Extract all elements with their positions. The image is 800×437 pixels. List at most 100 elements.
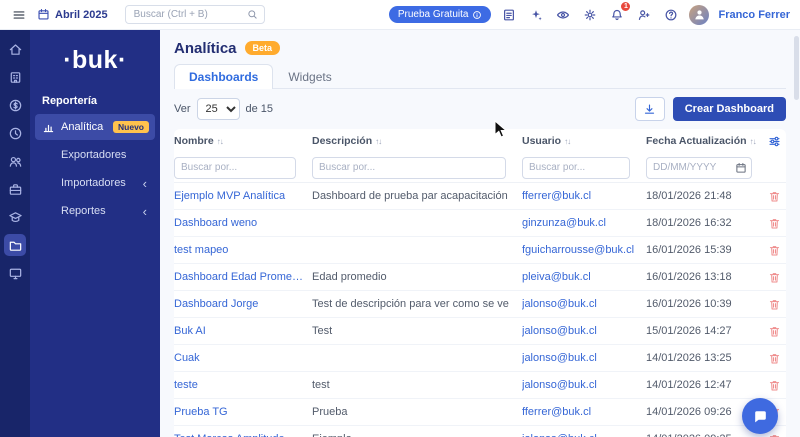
user-name[interactable]: Franco Ferrer <box>718 9 790 21</box>
delete-button[interactable] <box>762 190 786 203</box>
dashboard-updated-at: 14/01/2026 13:25 <box>646 352 732 364</box>
trial-badge-label: Prueba Gratuita <box>397 9 469 20</box>
dashboard-name-link[interactable]: Cuak <box>174 352 312 364</box>
trial-badge[interactable]: Prueba Gratuita <box>388 6 492 23</box>
new-badge: Nuevo <box>113 121 149 133</box>
filter-usuario-input[interactable] <box>522 156 630 179</box>
table-row: Test Marcas Amplitude Ejemplo jalonso@bu… <box>174 426 786 437</box>
add-user-icon[interactable] <box>635 6 653 24</box>
toolbar-actions: Crear Dashboard <box>634 97 786 121</box>
page-size-label: Ver <box>174 103 191 115</box>
column-header-fecha[interactable]: Fecha Actualización ↑↓ <box>646 135 762 147</box>
delete-button[interactable] <box>762 217 786 230</box>
reports-icon[interactable] <box>4 234 26 256</box>
dashboard-user: fferrer@buk.cl <box>522 190 592 202</box>
company-icon[interactable] <box>4 66 26 88</box>
chat-button[interactable] <box>742 398 778 434</box>
delete-button[interactable] <box>762 352 786 365</box>
table-row: teste test jalonso@buk.cl 14/01/2026 12:… <box>174 372 786 399</box>
delete-button[interactable] <box>762 271 786 284</box>
column-header-usuario[interactable]: Usuario ↑↓ <box>522 135 646 147</box>
sidebar-item-exportadores[interactable]: Exportadores <box>35 142 155 168</box>
dashboard-name-link[interactable]: Dashboard Edad Promedio <box>174 271 312 283</box>
sidebar-item-reportes[interactable]: Reportes ‹ <box>35 198 155 224</box>
payments-icon[interactable] <box>4 94 26 116</box>
tasks-icon[interactable] <box>500 6 518 24</box>
tab-bar: Dashboards Widgets <box>174 64 786 89</box>
topbar: Abril 2025 Prueba Gratuita 1 <box>0 0 800 30</box>
delete-button[interactable] <box>762 379 786 392</box>
tab-dashboards[interactable]: Dashboards <box>174 64 274 89</box>
dashboard-name-link[interactable]: Dashboard Jorge <box>174 298 312 310</box>
sort-icon[interactable]: ↑↓ <box>750 137 757 146</box>
person-icon <box>695 10 704 20</box>
column-header-nombre[interactable]: Nombre ↑↓ <box>174 135 312 147</box>
kiosk-icon[interactable] <box>4 262 26 284</box>
menu-icon[interactable] <box>10 6 28 24</box>
dashboard-user: fferrer@buk.cl <box>522 406 592 418</box>
dashboard-name-link[interactable]: teste <box>174 379 312 391</box>
delete-button[interactable] <box>762 433 786 437</box>
dashboard-description: Test <box>312 325 333 337</box>
sidebar-item-label: Analítica <box>61 121 104 133</box>
ai-sparkles-icon[interactable] <box>527 6 545 24</box>
dashboard-user: pleiva@buk.cl <box>522 271 591 283</box>
nav-rail <box>0 30 30 437</box>
help-icon[interactable] <box>662 6 680 24</box>
dashboard-name-link[interactable]: Test Marcas Amplitude <box>174 433 312 437</box>
app-body: ·buk· Reportería Analítica Nuevo Exporta… <box>0 30 800 437</box>
dashboard-name-link[interactable]: test mapeo <box>174 244 312 256</box>
sidebar-item-analítica[interactable]: Analítica Nuevo <box>35 114 155 140</box>
learning-icon[interactable] <box>4 206 26 228</box>
filter-descripcion-input[interactable] <box>312 156 506 179</box>
notifications-bell-icon[interactable]: 1 <box>608 0 632 24</box>
filter-fecha-input[interactable] <box>646 156 752 179</box>
delete-button[interactable] <box>762 325 786 338</box>
jobs-icon[interactable] <box>4 178 26 200</box>
sort-icon[interactable]: ↑↓ <box>375 137 382 146</box>
dashboard-updated-at: 16/01/2026 10:39 <box>646 298 732 310</box>
global-search-input[interactable] <box>131 8 247 21</box>
column-settings-icon[interactable] <box>762 135 786 148</box>
dashboard-name-link[interactable]: Dashboard weno <box>174 217 312 229</box>
people-icon[interactable] <box>4 150 26 172</box>
table-row: Dashboard Edad Promedio Edad promedio pl… <box>174 264 786 291</box>
sort-icon[interactable]: ↑↓ <box>217 137 224 146</box>
period-selector[interactable]: Abril 2025 <box>37 8 108 21</box>
dashboard-name-link[interactable]: Prueba TG <box>174 406 312 418</box>
dashboard-name-link[interactable]: Ejemplo MVP Analítica <box>174 190 312 202</box>
delete-button[interactable] <box>762 298 786 311</box>
user-avatar[interactable] <box>689 4 710 25</box>
download-button[interactable] <box>634 97 665 121</box>
table-row: Buk AI Test jalonso@buk.cl 15/01/2026 14… <box>174 318 786 345</box>
bar-chart-icon <box>41 120 55 134</box>
create-dashboard-button[interactable]: Crear Dashboard <box>672 97 786 121</box>
dashboard-name-link[interactable]: Buk AI <box>174 325 312 337</box>
tab-widgets[interactable]: Widgets <box>273 64 346 89</box>
page-size-select[interactable]: 25 <box>196 98 240 120</box>
info-icon <box>473 10 482 19</box>
buk-logo: ·buk· <box>63 46 127 74</box>
dashboard-updated-at: 16/01/2026 13:18 <box>646 271 732 283</box>
time-icon[interactable] <box>4 122 26 144</box>
sidebar-item-importadores[interactable]: Importadores ‹ <box>35 170 155 196</box>
title-row: Analítica Beta <box>174 38 786 58</box>
delete-button[interactable] <box>762 244 786 257</box>
period-label: Abril 2025 <box>55 8 108 21</box>
menu-item-indent <box>41 148 55 162</box>
filter-nombre-input[interactable] <box>174 156 296 179</box>
sidebar-item-label: Importadores <box>61 177 126 189</box>
scrollbar-thumb[interactable] <box>794 36 799 100</box>
sort-icon[interactable]: ↑↓ <box>564 137 571 146</box>
home-icon[interactable] <box>4 38 26 60</box>
settings-gear-icon[interactable] <box>581 6 599 24</box>
column-header-descripcion[interactable]: Descripción ↑↓ <box>312 135 522 147</box>
dashboard-description: test <box>312 379 330 391</box>
global-search <box>124 5 265 24</box>
table-row: Ejemplo MVP Analítica Dashboard de prueb… <box>174 183 786 210</box>
dashboard-description: Ejemplo <box>312 433 522 437</box>
menu-item-indent <box>41 176 55 190</box>
table-toolbar: Ver 25 de 15 Crear Dashboard <box>174 97 786 121</box>
eye-icon[interactable] <box>554 6 572 24</box>
app-window: Abril 2025 Prueba Gratuita 1 <box>0 0 800 437</box>
